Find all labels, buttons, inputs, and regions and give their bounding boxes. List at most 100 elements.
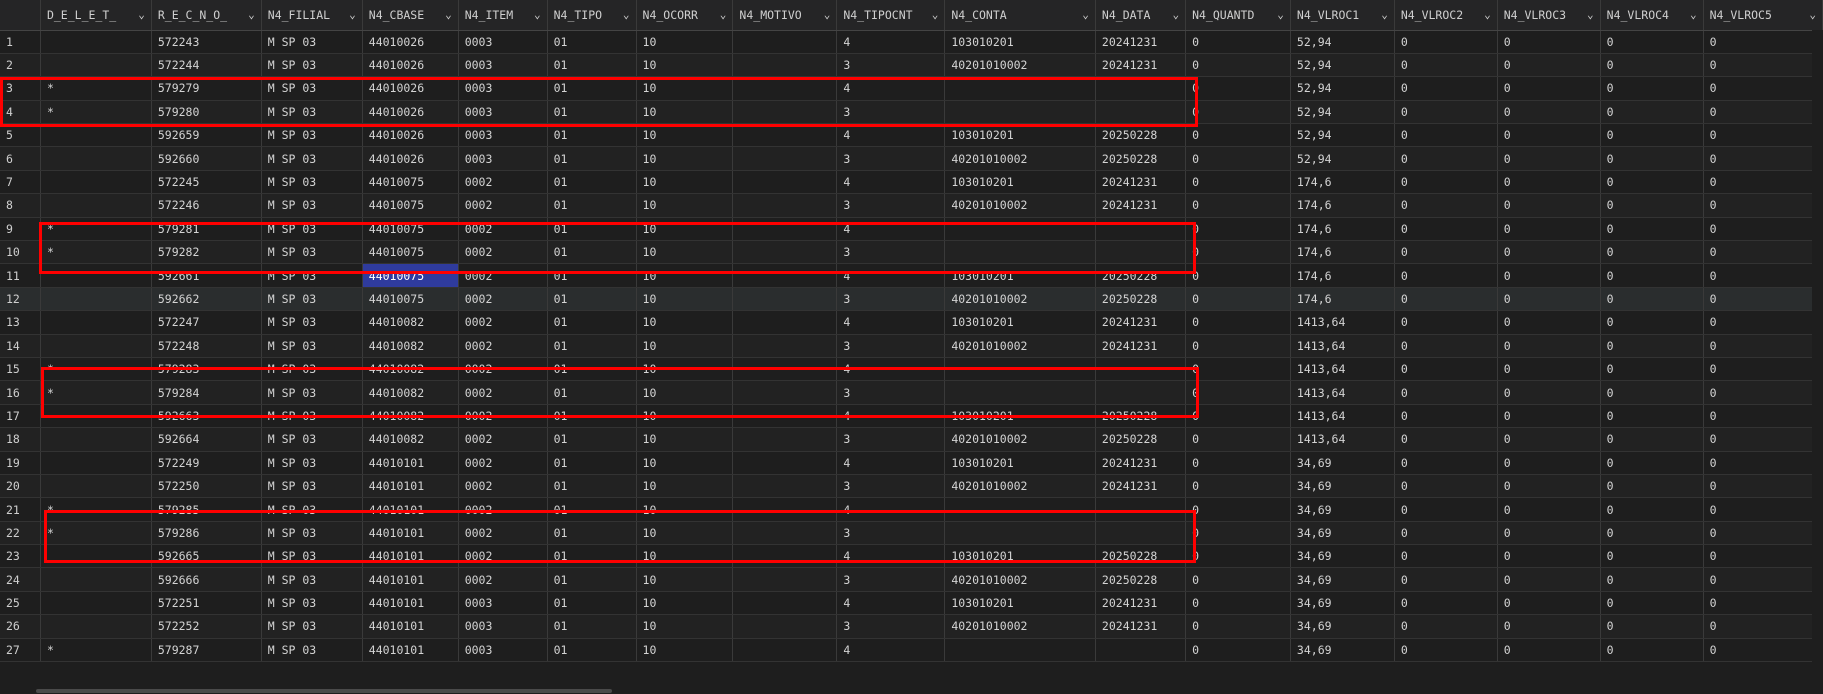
- table-cell[interactable]: 0: [1185, 193, 1291, 218]
- table-cell[interactable]: 20250228: [1095, 567, 1187, 592]
- table-row[interactable]: 24 592666 M SP 03 44010101 0002 01 10 3 40201010…: [0, 567, 1823, 592]
- table-cell[interactable]: 174,6: [1290, 263, 1395, 288]
- table-cell[interactable]: 0: [1600, 521, 1704, 546]
- table-cell[interactable]: M SP 03: [261, 30, 363, 54]
- table-cell[interactable]: 44010082: [362, 357, 459, 382]
- table-cell[interactable]: 0: [1703, 30, 1823, 54]
- table-cell[interactable]: 0: [1497, 591, 1601, 616]
- chevron-down-icon[interactable]: ⌄: [534, 8, 541, 21]
- table-cell[interactable]: 0: [1497, 638, 1601, 663]
- table-cell[interactable]: 0: [1394, 170, 1498, 195]
- chevron-down-icon[interactable]: ⌄: [138, 8, 145, 21]
- table-cell[interactable]: 572252: [151, 614, 262, 639]
- table-cell[interactable]: 20241231: [1095, 53, 1187, 78]
- table-cell[interactable]: 0: [1394, 146, 1498, 171]
- table-cell[interactable]: 01: [547, 287, 637, 312]
- table-cell[interactable]: 0002: [458, 334, 548, 358]
- table-row[interactable]: 1 572243 M SP 03 44010026 0003 01 10 4 103010201…: [0, 30, 1823, 54]
- table-cell[interactable]: 0002: [458, 357, 548, 382]
- table-cell[interactable]: [40, 544, 152, 569]
- table-row[interactable]: 3 * 579279 M SP 03 44010026 0003 01 10 4 0 52,94 0 0…: [0, 76, 1823, 101]
- table-cell[interactable]: 103010201: [944, 310, 1096, 335]
- table-row[interactable]: 23 592665 M SP 03 44010101 0002 01 10 4 10301020…: [0, 544, 1823, 569]
- table-cell[interactable]: 0: [1185, 614, 1291, 639]
- table-cell[interactable]: 0: [1497, 474, 1601, 499]
- table-cell[interactable]: 0: [1703, 240, 1823, 265]
- table-cell[interactable]: 572246: [151, 193, 262, 218]
- table-cell[interactable]: 572247: [151, 310, 262, 335]
- table-row[interactable]: 19 572249 M SP 03 44010101 0002 01 10 4 10301020…: [0, 451, 1823, 475]
- table-row[interactable]: 21 * 579285 M SP 03 44010101 0002 01 10 4 0 34,69 0…: [0, 497, 1823, 522]
- table-cell[interactable]: 0: [1600, 591, 1704, 616]
- table-cell[interactable]: 0: [1703, 567, 1823, 592]
- chevron-down-icon[interactable]: ⌄: [824, 8, 831, 21]
- table-cell[interactable]: M SP 03: [261, 334, 363, 358]
- table-cell[interactable]: 0: [1703, 544, 1823, 569]
- table-cell[interactable]: 0: [1185, 591, 1291, 616]
- chevron-down-icon[interactable]: ⌄: [349, 8, 356, 21]
- table-cell[interactable]: M SP 03: [261, 53, 363, 78]
- table-cell[interactable]: 4: [836, 451, 946, 475]
- table-cell[interactable]: 44010082: [362, 310, 459, 335]
- table-cell[interactable]: 0: [1394, 53, 1498, 78]
- table-cell[interactable]: *: [40, 76, 152, 101]
- table-cell[interactable]: 3: [836, 100, 946, 125]
- table-cell[interactable]: 44010101: [362, 614, 459, 639]
- table-cell[interactable]: 0: [1600, 240, 1704, 265]
- table-cell[interactable]: [732, 100, 838, 125]
- table-cell[interactable]: [732, 170, 838, 195]
- table-cell[interactable]: 0002: [458, 310, 548, 335]
- table-cell[interactable]: 0: [1600, 100, 1704, 125]
- table-cell[interactable]: [732, 567, 838, 592]
- table-cell[interactable]: 01: [547, 544, 637, 569]
- table-cell[interactable]: 0: [1185, 123, 1291, 148]
- table-cell[interactable]: [732, 357, 838, 382]
- table-cell[interactable]: 34,69: [1290, 451, 1395, 475]
- table-cell[interactable]: 0003: [458, 76, 548, 101]
- table-cell[interactable]: 0: [1600, 123, 1704, 148]
- table-cell[interactable]: [944, 380, 1096, 405]
- table-cell[interactable]: *: [40, 100, 152, 125]
- table-row[interactable]: 22 * 579286 M SP 03 44010101 0002 01 10 3 0 34,69 0…: [0, 521, 1823, 546]
- table-cell[interactable]: 10: [636, 474, 734, 499]
- table-row[interactable]: 6 592660 M SP 03 44010026 0003 01 10 3 402010100…: [0, 146, 1823, 171]
- table-cell[interactable]: 0: [1497, 30, 1601, 54]
- table-cell[interactable]: 0: [1703, 100, 1823, 125]
- table-cell[interactable]: 0: [1497, 451, 1601, 475]
- table-cell[interactable]: 0: [1703, 497, 1823, 522]
- table-cell[interactable]: 0: [1703, 638, 1823, 663]
- table-cell[interactable]: 0: [1703, 263, 1823, 288]
- table-cell[interactable]: 592659: [151, 123, 262, 148]
- table-cell[interactable]: 44010082: [362, 334, 459, 358]
- chevron-down-icon[interactable]: ⌄: [445, 8, 452, 21]
- table-cell[interactable]: 20241231: [1095, 474, 1187, 499]
- table-cell[interactable]: *: [40, 521, 152, 546]
- table-cell[interactable]: 572243: [151, 30, 262, 54]
- table-cell[interactable]: 0: [1394, 427, 1498, 452]
- column-header[interactable]: N4_ITEM ⌄: [458, 0, 548, 31]
- table-cell[interactable]: 10: [636, 427, 734, 452]
- chevron-down-icon[interactable]: ⌄: [1690, 8, 1697, 21]
- table-cell[interactable]: 40201010002: [944, 334, 1096, 358]
- table-cell[interactable]: [40, 170, 152, 195]
- table-cell[interactable]: 0002: [458, 170, 548, 195]
- table-cell[interactable]: 10: [636, 310, 734, 335]
- table-cell[interactable]: 0: [1703, 474, 1823, 499]
- table-cell[interactable]: 44010101: [362, 497, 459, 522]
- table-cell[interactable]: 44010026: [362, 100, 459, 125]
- table-cell[interactable]: 44010026: [362, 123, 459, 148]
- table-cell[interactable]: 0003: [458, 146, 548, 171]
- table-cell[interactable]: 0: [1600, 146, 1704, 171]
- table-cell[interactable]: [40, 334, 152, 358]
- table-cell[interactable]: *: [40, 240, 152, 265]
- table-cell[interactable]: 20250228: [1095, 544, 1187, 569]
- table-cell[interactable]: 0: [1497, 521, 1601, 546]
- table-cell[interactable]: 52,94: [1290, 146, 1395, 171]
- table-cell[interactable]: 44010101: [362, 591, 459, 616]
- table-cell[interactable]: 0: [1185, 357, 1291, 382]
- table-cell[interactable]: 174,6: [1290, 193, 1395, 218]
- table-cell[interactable]: 20241231: [1095, 193, 1187, 218]
- table-cell[interactable]: 40201010002: [944, 287, 1096, 312]
- table-cell[interactable]: 10: [636, 170, 734, 195]
- table-cell[interactable]: [732, 544, 838, 569]
